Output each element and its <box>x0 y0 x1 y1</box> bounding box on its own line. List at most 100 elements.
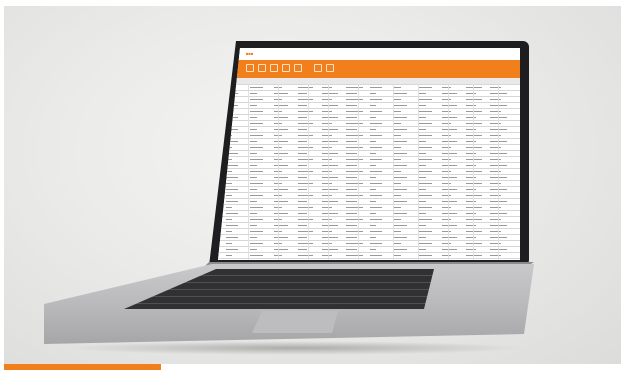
grid-cell-text <box>466 237 476 238</box>
grid-row-line <box>218 222 520 223</box>
grid-cell-text <box>298 231 313 232</box>
grid-cell-text <box>394 105 407 106</box>
grid-cell-text <box>346 195 363 196</box>
grid-cell-text <box>394 189 407 190</box>
grid-cell-text <box>466 147 482 148</box>
grid-cell-text <box>490 147 501 148</box>
grid-cell-text <box>394 249 407 250</box>
grid-cell-text <box>298 225 307 226</box>
grid-cell-text <box>442 117 457 118</box>
product-photo: ■■■ <box>4 6 621 364</box>
grid-cell-text <box>418 189 426 190</box>
grid-cell-text <box>250 237 257 238</box>
grid-cell-text <box>250 225 257 226</box>
grid-cell-text <box>322 201 338 202</box>
grid-cell-text <box>418 159 432 160</box>
grid-cell-text <box>250 171 263 172</box>
grid-cell-text <box>346 237 357 238</box>
grid-cell-text <box>298 249 307 250</box>
grid-cell-text <box>346 189 357 190</box>
grid-row-line <box>218 180 520 181</box>
grid-cell-text <box>346 129 357 130</box>
grid-cell-text <box>226 183 232 184</box>
grid-cell-text <box>322 195 332 196</box>
grid-cell-text <box>442 183 451 184</box>
grid-cell-text <box>274 249 288 250</box>
grid-cell-text <box>322 243 332 244</box>
grid-row-line <box>218 150 520 151</box>
grid-cell-text <box>322 147 332 148</box>
grid-row-line <box>218 192 520 193</box>
grid-cell-text <box>442 147 451 148</box>
grid-cell-text <box>322 87 332 88</box>
grid-cell-text <box>298 165 307 166</box>
grid-cell-text <box>250 93 257 94</box>
grid-cell-text <box>370 141 376 142</box>
grid-cell-text <box>418 171 432 172</box>
grid-cell-text <box>250 177 257 178</box>
grid-row-line <box>218 126 520 127</box>
grid-cell-text <box>322 123 332 124</box>
grid-cell-text <box>346 117 357 118</box>
grid-column-line <box>448 84 449 260</box>
grid-cell-text <box>466 213 476 214</box>
grid-cell-text <box>418 123 432 124</box>
grid-cell-text <box>466 219 482 220</box>
grid-cell-text <box>346 135 363 136</box>
grid-cell-text <box>466 117 476 118</box>
grid-row-line <box>218 114 520 115</box>
grid-cell-text <box>370 111 382 112</box>
grid-cell-text <box>490 255 501 256</box>
grid-cell-text <box>394 255 401 256</box>
grid-cell-text <box>346 231 363 232</box>
grid-cell-text <box>490 219 501 220</box>
grid-cell-text <box>250 159 263 160</box>
grid-cell-text <box>250 123 263 124</box>
grid-cell-text <box>298 93 307 94</box>
grid-cell-text <box>442 129 457 130</box>
grid-cell-text <box>442 189 457 190</box>
grid-cell-text <box>226 225 238 226</box>
grid-cell-text <box>322 171 332 172</box>
app-logo: ■■■ <box>246 51 254 56</box>
grid-cell-text <box>250 111 263 112</box>
grid-cell-text <box>274 213 288 214</box>
grid-cell-text <box>394 207 401 208</box>
grid-cell-text <box>442 225 457 226</box>
grid-cell-text <box>466 99 482 100</box>
grid-cell-text <box>370 153 376 154</box>
grid-cell-text <box>322 231 332 232</box>
grid-cell-text <box>394 111 401 112</box>
ribbon-icon <box>270 64 278 72</box>
grid-column-line <box>278 84 279 260</box>
grid-cell-text <box>370 135 382 136</box>
grid-row-line <box>218 168 520 169</box>
grid-cell-text <box>226 213 238 214</box>
grid-cell-text <box>442 219 451 220</box>
grid-cell-text <box>370 255 382 256</box>
grid-cell-text <box>442 105 457 106</box>
grid-cell-text <box>370 99 382 100</box>
grid-cell-text <box>298 243 313 244</box>
grid-cell-text <box>346 93 357 94</box>
grid-cell-text <box>322 111 332 112</box>
grid-cell-text <box>298 195 313 196</box>
grid-cell-text <box>490 111 501 112</box>
grid-cell-text <box>298 213 307 214</box>
grid-cell-text <box>418 183 432 184</box>
grid-cell-text <box>442 201 457 202</box>
grid-cell-text <box>418 105 426 106</box>
grid-cell-text <box>442 93 457 94</box>
grid-cell-text <box>346 249 357 250</box>
grid-cell-text <box>298 201 307 202</box>
grid-cell-text <box>346 213 357 214</box>
grid-cell-text <box>322 129 338 130</box>
grid-cell-text <box>226 177 238 178</box>
grid-row-line <box>218 228 520 229</box>
grid-cell-text <box>466 189 476 190</box>
grid-cell-text <box>370 159 382 160</box>
grid-cell-text <box>370 207 382 208</box>
grid-cell-text <box>466 123 482 124</box>
grid-row-line <box>218 90 520 91</box>
grid-cell-text <box>394 177 407 178</box>
